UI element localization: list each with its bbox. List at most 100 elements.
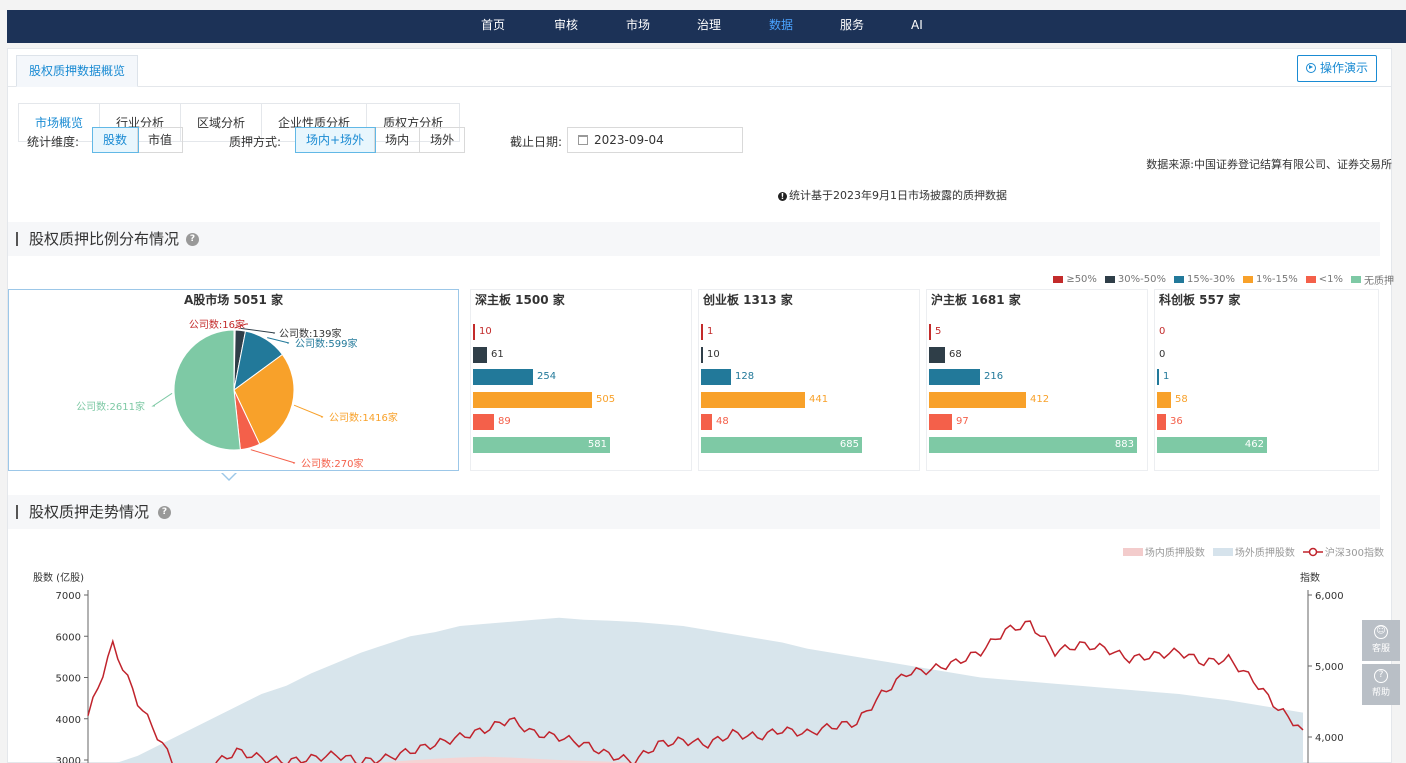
tab-pledge-overview[interactable]: 股权质押数据概览 bbox=[16, 55, 139, 87]
legend-label: ≥50% bbox=[1066, 274, 1097, 285]
y-tick-label: 6000 bbox=[56, 632, 81, 643]
dimension-label: 统计维度: bbox=[27, 135, 80, 149]
distribution-legend: ≥50% 30%-50% 15%-30% 1%-15% <1% 无质押 bbox=[1053, 272, 1394, 287]
help-question-icon[interactable]: ? bbox=[186, 233, 199, 246]
nav-item-home[interactable]: 首页 bbox=[481, 10, 505, 41]
data-source: 数据来源:中国证券登记结算有限公司、证券交易所 bbox=[1146, 158, 1392, 171]
board-bar[interactable] bbox=[929, 369, 980, 386]
board-title: 创业板 1313 家 bbox=[703, 293, 793, 307]
board-bar[interactable] bbox=[929, 324, 931, 340]
board-title: 沪主板 1681 家 bbox=[931, 293, 1021, 307]
dimension-option-shares[interactable]: 股数 bbox=[91, 127, 140, 153]
board-bar[interactable] bbox=[473, 324, 475, 340]
board-bar-value: 89 bbox=[498, 416, 511, 428]
date-value: 2023-09-04 bbox=[594, 133, 664, 147]
board-bar-value: 5 bbox=[935, 326, 942, 337]
board-bar[interactable] bbox=[929, 414, 952, 431]
date-picker-input[interactable]: 2023-09-04 bbox=[567, 127, 743, 153]
board-bar[interactable] bbox=[1157, 391, 1171, 408]
legend-swatch bbox=[1243, 276, 1254, 283]
demo-button[interactable]: 操作演示 bbox=[1296, 55, 1377, 82]
board-bar[interactable] bbox=[473, 346, 487, 363]
board-bar-value: 462 bbox=[1244, 439, 1264, 450]
board-card-sh-main[interactable]: 沪主板 1681 家 5 68 216 412 97 883 bbox=[926, 289, 1148, 471]
board-card-chinext[interactable]: 创业板 1313 家 1 10 128 441 48 685 bbox=[698, 289, 920, 471]
method-option-onexchange[interactable]: 场内 bbox=[375, 128, 421, 152]
board-bar-value: 0 bbox=[1159, 348, 1166, 360]
pie-label-line bbox=[250, 449, 296, 464]
y-tick-label: 4000 bbox=[56, 715, 81, 726]
board-bar-value: 412 bbox=[1030, 393, 1050, 405]
board-bar-value: 883 bbox=[1114, 439, 1134, 450]
board-card-sz-main[interactable]: 深主板 1500 家 10 61 254 505 89 581 bbox=[470, 289, 692, 471]
board-bar[interactable] bbox=[1157, 369, 1159, 386]
a-share-pie-card[interactable]: A股市场 5051 家 公司数:16家 公司数:139家 公司数:599家 公司数:1… bbox=[8, 289, 459, 471]
nav-item-service[interactable]: 服务 bbox=[840, 10, 864, 41]
y-tick-label: 5000 bbox=[56, 674, 81, 685]
section-title-distribution: 股权质押比例分布情况 bbox=[29, 230, 180, 248]
board-bar[interactable] bbox=[929, 391, 1026, 408]
headset-icon: ☺ bbox=[1374, 625, 1388, 639]
y2-axis-label: 指数 bbox=[1300, 571, 1320, 584]
legend-item-30-50[interactable]: 30%-50% bbox=[1104, 272, 1166, 287]
board-bar[interactable] bbox=[473, 414, 494, 431]
board-bar-value: 128 bbox=[735, 371, 755, 383]
method-option-all[interactable]: 场内+场外 bbox=[294, 127, 377, 153]
legend-item-ge50[interactable]: ≥50% bbox=[1053, 272, 1097, 287]
pie-data-label: 公司数:16家 bbox=[189, 318, 245, 331]
stat-note: ! 统计基于2023年9月1日市场披露的质押数据 bbox=[778, 187, 1007, 203]
top-navigation-bar: 首页 审核 市场 治理 数据 服务 AI bbox=[7, 10, 1406, 43]
board-bar-value: 1 bbox=[707, 326, 714, 337]
pie-data-label: 公司数:2611家 bbox=[76, 400, 145, 413]
nav-item-review[interactable]: 审核 bbox=[554, 10, 578, 41]
nav-item-data[interactable]: 数据 bbox=[769, 10, 793, 41]
help-button[interactable]: ? 帮助 bbox=[1362, 664, 1400, 705]
legend-label: 无质押 bbox=[1364, 276, 1394, 287]
trend-chart: 股数 (亿股) 指数 7000 6000 5000 4000 3000 6,000 5,000 4… bbox=[33, 571, 1344, 763]
board-bar-value: 36 bbox=[1170, 416, 1183, 428]
legend-swatch bbox=[1305, 276, 1316, 283]
pie-slice[interactable] bbox=[173, 329, 241, 451]
legend-item-lt1[interactable]: <1% bbox=[1305, 272, 1343, 287]
customer-service-button[interactable]: ☺ 客服 bbox=[1362, 620, 1400, 661]
legend-item-15-30[interactable]: 15%-30% bbox=[1173, 272, 1236, 287]
board-bar[interactable] bbox=[929, 346, 945, 363]
board-bar[interactable] bbox=[701, 369, 731, 386]
customer-service-label: 客服 bbox=[1371, 644, 1390, 654]
board-bar[interactable] bbox=[701, 324, 703, 340]
nav-item-ai[interactable]: AI bbox=[911, 10, 923, 41]
pie-label-line bbox=[293, 404, 324, 418]
board-title: 科创板 557 家 bbox=[1159, 293, 1241, 307]
date-label: 截止日期: bbox=[510, 135, 563, 149]
method-option-offexchange[interactable]: 场外 bbox=[420, 128, 464, 152]
legend-item-1-15[interactable]: 1%-15% bbox=[1243, 272, 1298, 287]
board-bar[interactable] bbox=[701, 346, 703, 363]
y2-tick-label: 4,000 bbox=[1315, 733, 1344, 744]
board-bar[interactable] bbox=[1157, 414, 1166, 431]
pie-data-label: 公司数:599家 bbox=[295, 337, 357, 350]
board-card-star[interactable]: 科创板 557 家 0 0 1 58 36 462 bbox=[1154, 289, 1379, 471]
board-bar[interactable] bbox=[701, 414, 712, 431]
stat-note-text: 统计基于2023年9月1日市场披露的质押数据 bbox=[789, 189, 1007, 202]
pie-label-line bbox=[151, 392, 173, 407]
play-circle-icon bbox=[1305, 63, 1316, 73]
legend-label: 30%-50% bbox=[1117, 274, 1166, 285]
main-tab-bar: 股权质押数据概览 操作演示 bbox=[8, 49, 1391, 87]
legend-swatch bbox=[1104, 276, 1115, 283]
pie-card-caret bbox=[221, 472, 237, 481]
legend-label: 15%-30% bbox=[1186, 274, 1236, 285]
board-bar[interactable] bbox=[473, 391, 592, 408]
offexchange-area bbox=[116, 617, 1303, 763]
help-question-icon[interactable]: ? bbox=[158, 506, 171, 519]
board-bar[interactable] bbox=[473, 369, 533, 386]
section-marker bbox=[16, 505, 18, 519]
board-bar[interactable] bbox=[701, 391, 805, 408]
nav-item-governance[interactable]: 治理 bbox=[697, 10, 721, 41]
legend-item-none[interactable]: 无质押 bbox=[1351, 272, 1394, 287]
legend-label: <1% bbox=[1318, 274, 1343, 285]
nav-item-market[interactable]: 市场 bbox=[626, 10, 650, 41]
y-tick-label: 3000 bbox=[56, 756, 81, 763]
legend-swatch bbox=[1053, 276, 1064, 283]
dimension-option-value[interactable]: 市值 bbox=[138, 128, 182, 152]
board-bar-value: 1 bbox=[1163, 371, 1170, 383]
